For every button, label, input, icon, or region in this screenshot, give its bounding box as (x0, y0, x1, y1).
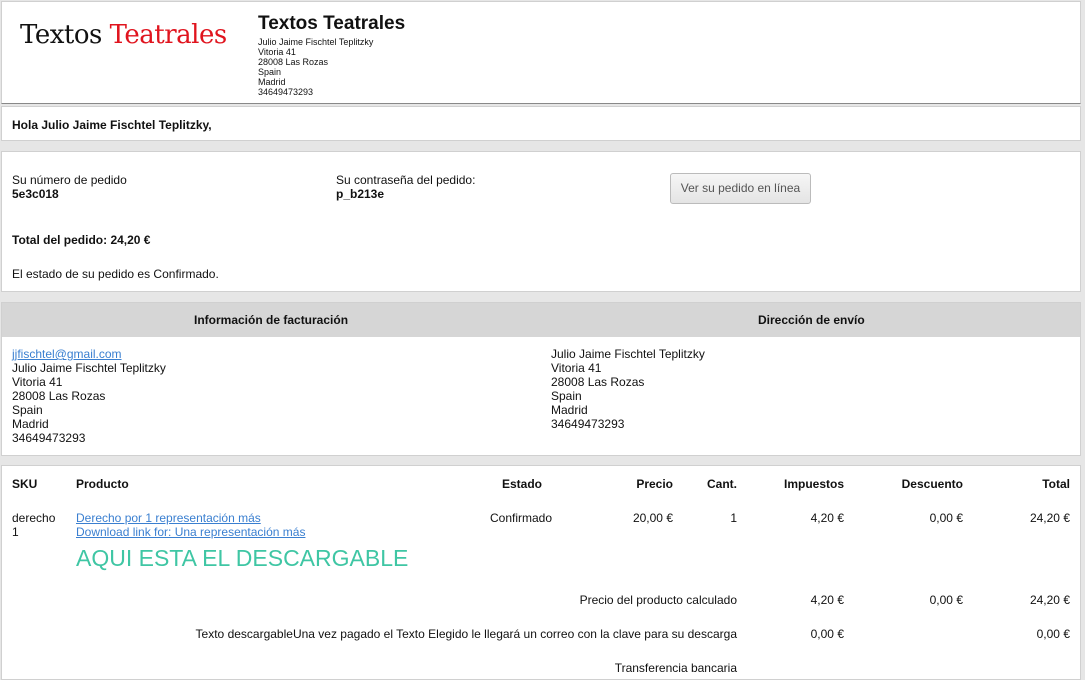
item-status: Confirmado (490, 511, 553, 525)
billing-address: jjfischtel@gmail.com Julio Jaime Fischte… (12, 347, 166, 445)
summary-discount: 0,00 € (929, 593, 963, 607)
shop-address-line: Spain (258, 67, 282, 77)
billing-line: Spain (12, 403, 43, 417)
billing-line: Vitoria 41 (12, 375, 63, 389)
shipping-line: Madrid (551, 403, 588, 417)
order-password-value: p_b213e (336, 187, 385, 201)
billing-phone: 34649473293 (12, 431, 86, 445)
logo-word-2: Teatrales (109, 20, 228, 50)
shipping-line: Spain (551, 389, 582, 403)
shipping-title: Dirección de envío (758, 313, 865, 327)
store-header: Textos Teatrales Textos Teatrales Julio … (1, 1, 1081, 104)
order-items-table: SKU Producto Estado Precio Cant. Impuest… (1, 465, 1081, 680)
shop-address-line: Madrid (258, 77, 286, 87)
order-status-text: El estado de su pedido es Confirmado. (12, 267, 219, 281)
item-discount: 0,00 € (929, 511, 963, 525)
summary-total: 24,20 € (1029, 593, 1070, 607)
item-sku-line: derecho (12, 511, 56, 525)
greeting-text: Hola Julio Jaime Fischtel Teplitzky, (12, 118, 212, 132)
shipping-line: 28008 Las Rozas (551, 375, 645, 389)
logo-word-1: Textos (20, 20, 102, 50)
shipping-phone: 34649473293 (551, 417, 625, 431)
order-number-value: 5e3c018 (12, 187, 59, 201)
shop-phone: 34649473293 (258, 87, 314, 97)
item-tax: 4,20 € (810, 511, 844, 525)
view-order-online-button[interactable]: Ver su pedido en línea (670, 173, 811, 204)
addresses-panel: Información de facturación Dirección de … (1, 302, 1081, 456)
order-password-label: Su contraseña del pedido: (336, 173, 476, 187)
billing-line: 28008 Las Rozas (12, 389, 106, 403)
col-header-sku: SKU (12, 477, 38, 491)
store-logo[interactable]: Textos Teatrales (20, 20, 227, 50)
shop-address-line: 28008 Las Rozas (258, 57, 329, 67)
col-header-qty: Cant. (707, 477, 737, 491)
summary-label: Transferencia bancaria (614, 661, 737, 675)
col-header-total: Total (1042, 477, 1070, 491)
summary-label: Precio del producto calculado (579, 593, 737, 607)
download-link[interactable]: Download link for: Una representación má… (76, 525, 305, 539)
greeting-panel: Hola Julio Jaime Fischtel Teplitzky, (1, 106, 1081, 141)
summary-label: Texto descargableUna vez pagado el Texto… (195, 627, 737, 641)
shipping-line: Vitoria 41 (551, 361, 602, 375)
shipping-address: Julio Jaime Fischtel Teplitzky Vitoria 4… (551, 347, 705, 431)
product-link[interactable]: Derecho por 1 representación más (76, 511, 261, 525)
billing-line: Julio Jaime Fischtel Teplitzky (12, 361, 166, 375)
shop-address-line: Vitoria 41 (258, 47, 296, 57)
shop-info: Textos Teatrales Julio Jaime Fischtel Te… (258, 13, 405, 97)
col-header-product: Producto (76, 477, 129, 491)
order-number-label: Su número de pedido (12, 173, 127, 187)
item-product: Derecho por 1 representación más Downloa… (76, 511, 305, 539)
item-total: 24,20 € (1029, 511, 1070, 525)
summary-total: 0,00 € (1036, 627, 1070, 641)
billing-title: Información de facturación (194, 313, 349, 327)
col-header-status: Estado (502, 477, 543, 491)
col-header-tax: Impuestos (783, 477, 844, 491)
col-header-price: Precio (636, 477, 673, 491)
item-price: 20,00 € (632, 511, 673, 525)
shipping-line: Julio Jaime Fischtel Teplitzky (551, 347, 705, 361)
shop-address-line: Julio Jaime Fischtel Teplitzky (258, 37, 374, 47)
item-sku: derecho 1 (12, 511, 55, 539)
summary-tax: 0,00 € (810, 627, 844, 641)
addresses-header: Información de facturación Dirección de … (2, 303, 1080, 337)
col-header-discount: Descuento (901, 477, 963, 491)
item-sku-line: 1 (12, 525, 19, 539)
item-qty: 1 (730, 511, 737, 525)
billing-line: Madrid (12, 417, 49, 431)
download-note: AQUI ESTA EL DESCARGABLE (76, 545, 409, 571)
order-total: Total del pedido: 24,20 € (12, 233, 151, 247)
shop-name: Textos Teatrales (258, 13, 406, 34)
order-panel: Su número de pedido 5e3c018 Su contraseñ… (1, 151, 1081, 292)
summary-tax: 4,20 € (810, 593, 844, 607)
billing-email-link[interactable]: jjfischtel@gmail.com (12, 347, 122, 361)
